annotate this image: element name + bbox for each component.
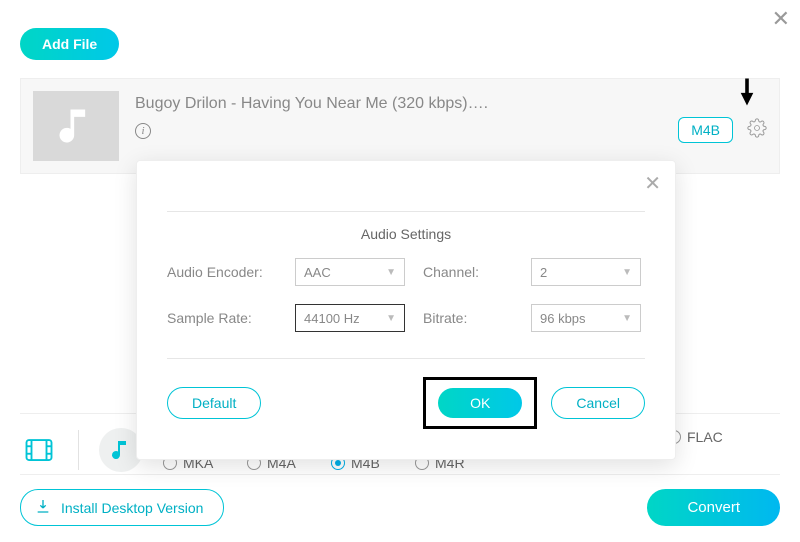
audio-settings-modal: ✕ Audio Settings Audio Encoder: AAC▼ Cha… [136,160,676,460]
install-desktop-button[interactable]: Install Desktop Version [20,489,224,526]
file-thumbnail [33,91,119,161]
ok-button[interactable]: OK [438,388,522,418]
ok-highlight-box: OK [423,377,537,429]
download-icon [35,498,51,517]
callout-arrow-icon [738,78,756,111]
convert-button[interactable]: Convert [647,489,780,526]
music-note-icon [54,104,98,148]
label-channel: Channel: [423,264,513,280]
default-button[interactable]: Default [167,387,261,419]
label-encoder: Audio Encoder: [167,264,277,280]
modal-title: Audio Settings [351,226,461,242]
sample-rate-select[interactable]: 44100 Hz▼ [295,304,405,332]
label-bitrate: Bitrate: [423,310,513,326]
modal-close-icon[interactable]: ✕ [644,171,661,196]
file-title: Bugoy Drilon - Having You Near Me (320 k… [135,95,662,113]
file-info: Bugoy Drilon - Having You Near Me (320 k… [135,91,662,139]
label-sample-rate: Sample Rate: [167,310,277,326]
cancel-button[interactable]: Cancel [551,387,645,419]
info-icon[interactable]: i [135,123,151,139]
video-mode-icon[interactable] [20,431,58,469]
channel-select[interactable]: 2▼ [531,258,641,286]
gear-icon[interactable] [747,118,767,143]
format-label: FLAC [687,429,723,445]
chevron-down-icon: ▼ [622,313,632,324]
encoder-select[interactable]: AAC▼ [295,258,405,286]
window-close-icon[interactable]: ✕ [772,6,790,32]
format-radio-flac[interactable]: FLAC [667,429,751,445]
chevron-down-icon: ▼ [386,313,396,324]
chevron-down-icon: ▼ [386,267,396,278]
format-badge[interactable]: M4B [678,117,733,143]
bottom-bar: Install Desktop Version Convert [20,474,780,526]
chevron-down-icon: ▼ [622,267,632,278]
bitrate-select[interactable]: 96 kbps▼ [531,304,641,332]
add-file-button[interactable]: Add File [20,28,119,60]
divider [78,430,79,470]
